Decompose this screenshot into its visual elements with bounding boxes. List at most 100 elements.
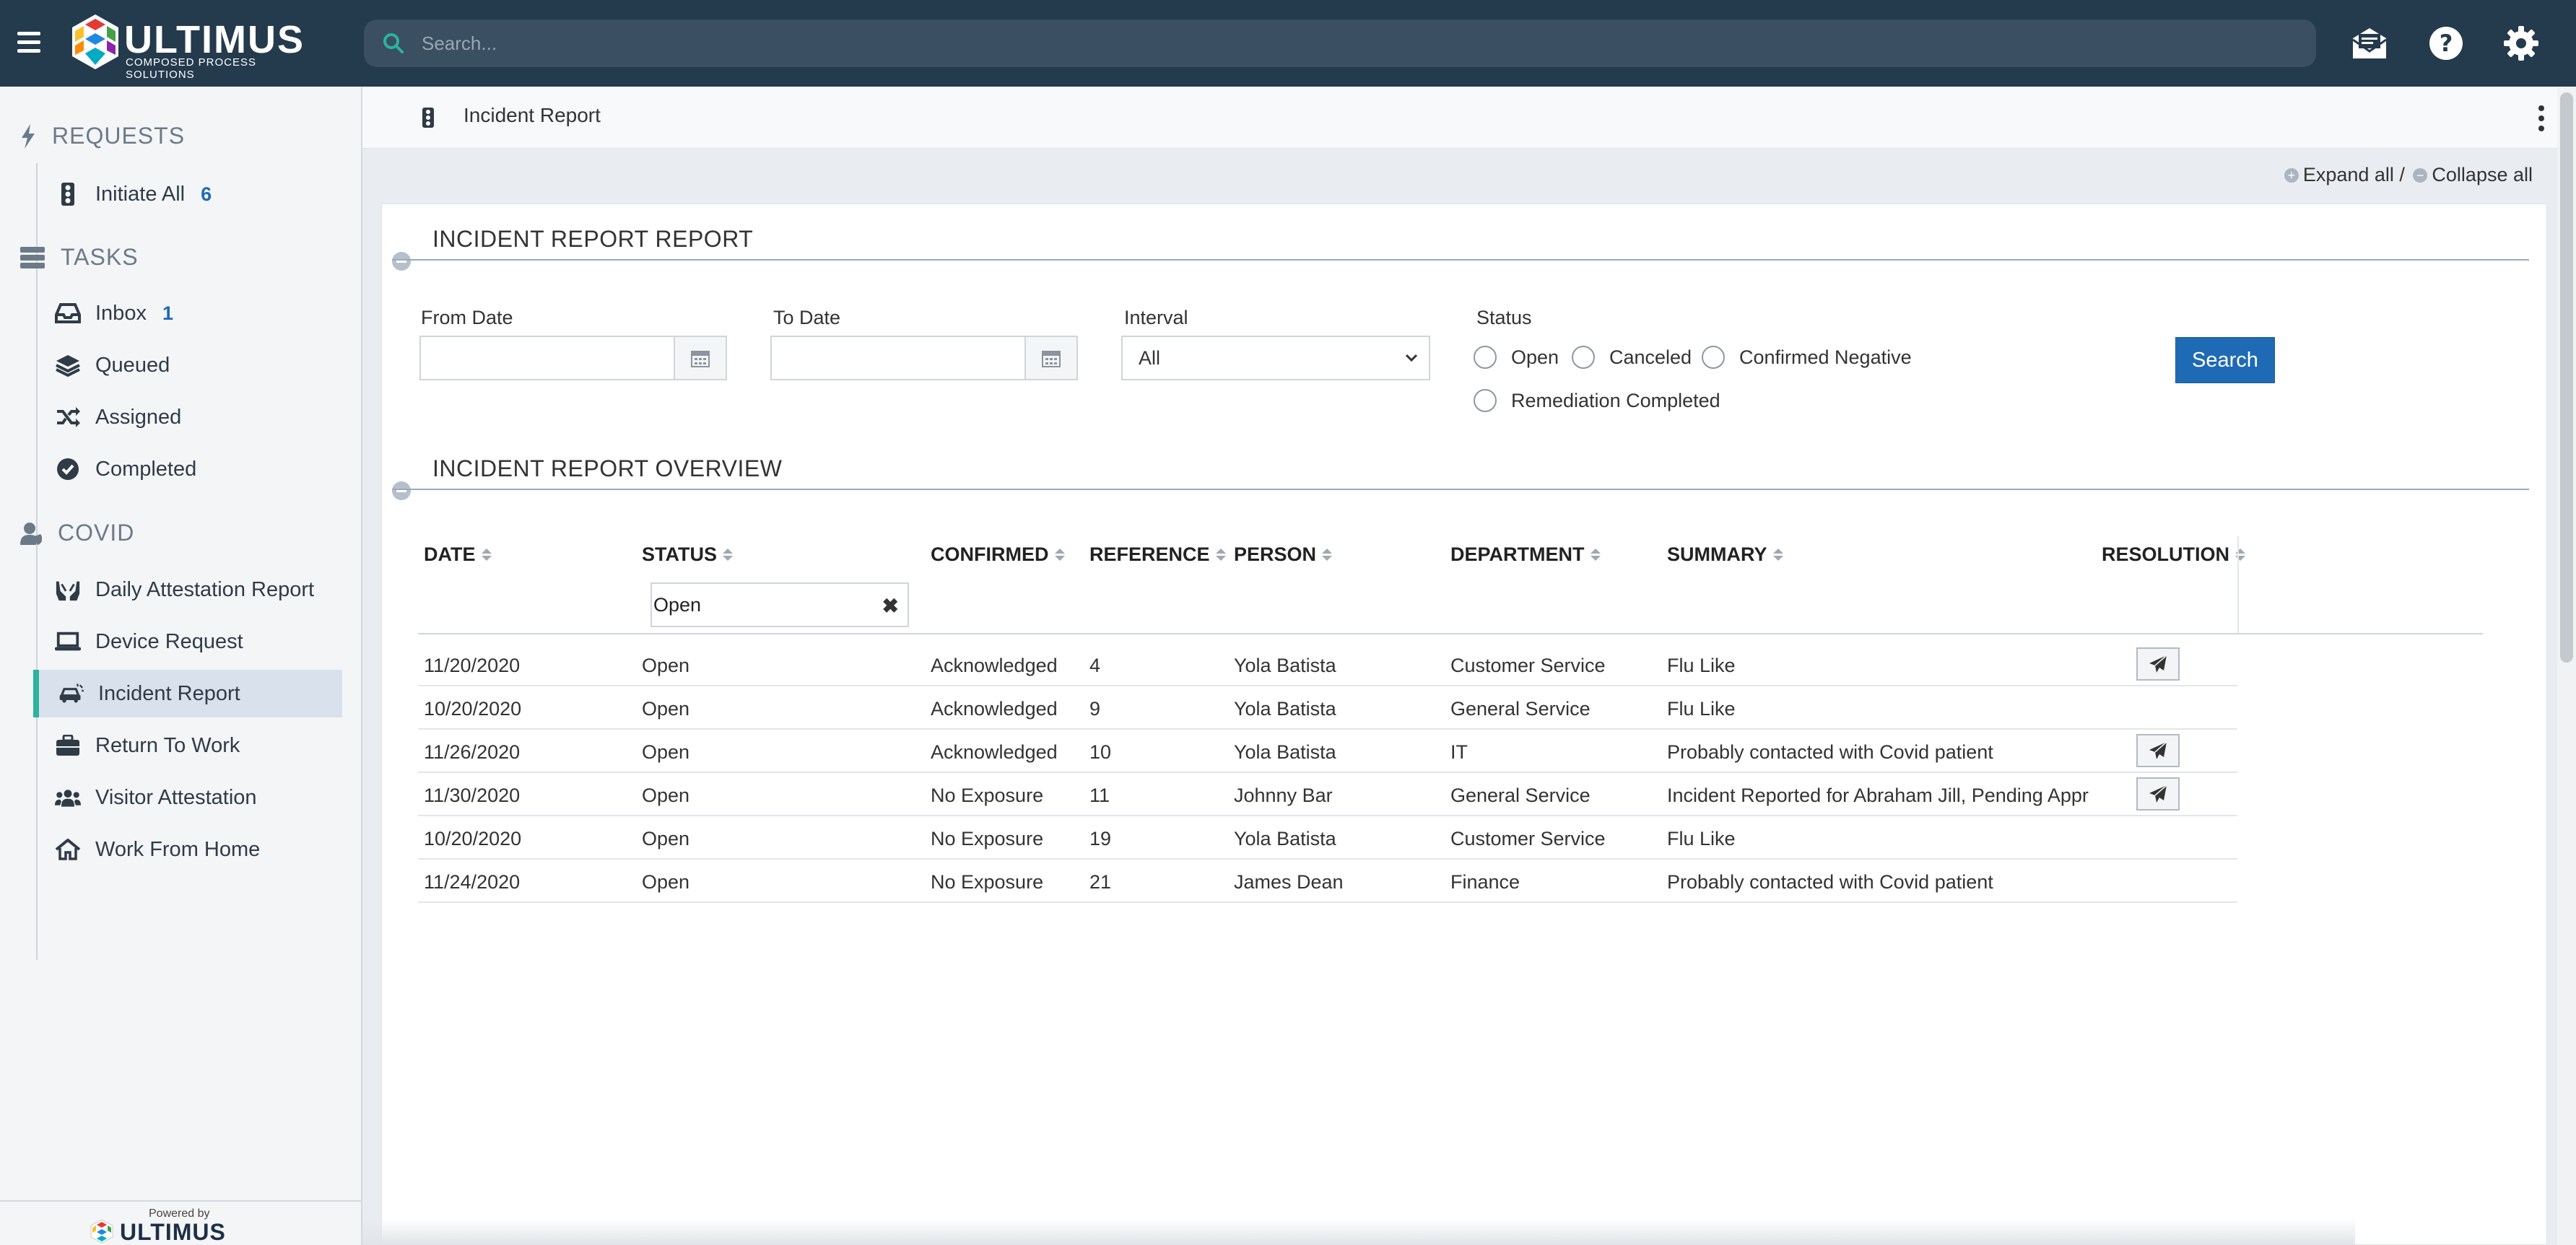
clear-filter-icon[interactable]: ✖ [882,594,899,618]
send-resolution-button[interactable] [2136,647,2180,681]
search-input[interactable] [422,19,2284,67]
radio-button[interactable] [1474,346,1497,369]
brand-tagline: COMPOSED PROCESS SOLUTIONS [126,56,257,81]
radio-button[interactable] [1702,346,1725,369]
table-row[interactable]: 11/20/2020 Open Acknowledged 4 Yola Batista C… [418,643,2237,686]
brand-name: ULTIMUS [124,18,305,61]
sidebar-item-daily-attestation-report[interactable]: Daily Attestation Report [36,566,345,613]
messages-icon[interactable] [2346,20,2393,66]
column-header-summary[interactable]: SUMMARY [1667,543,1783,566]
status-filter[interactable]: ✖ [650,582,909,627]
from-date-field[interactable] [419,336,727,380]
cell-status: Open [642,828,690,849]
table-row[interactable]: 11/26/2020 Open Acknowledged 10 Yola Batista… [418,730,2237,773]
cell-status: Open [642,785,690,806]
radio-button[interactable] [1474,389,1497,412]
collapse-section-icon[interactable] [392,481,411,500]
users-icon [55,785,81,811]
calendar-icon[interactable] [674,337,726,379]
column-header-status[interactable]: STATUS [642,543,733,566]
help-icon[interactable]: ? [2423,20,2469,66]
cell-person: James Dean [1234,871,1344,893]
menu-icon[interactable] [17,32,40,53]
cell-department: General Service [1450,785,1591,806]
cell-status: Open [642,741,690,763]
sort-icon[interactable] [1054,549,1065,561]
search-button[interactable]: Search [2175,337,2275,383]
footer-logo-icon [90,1219,113,1244]
sidebar-item-return-to-work[interactable]: Return To Work [36,722,345,769]
sidebar-section-requests[interactable]: REQUESTS [20,123,185,149]
status-radio-open[interactable]: Open [1474,346,1559,369]
sidebar-item-initiate-all[interactable]: Initiate All 6 [36,170,345,218]
expand-all-link[interactable]: Expand all [2303,164,2394,186]
collapse-section-icon[interactable] [392,252,411,271]
sidebar-item-label: Incident Report [98,681,240,705]
collapse-icon[interactable]: − [2413,167,2428,183]
calendar-icon[interactable] [1024,337,1076,379]
scrollbar-thumb[interactable] [2560,92,2573,663]
sidebar-item-label: Work From Home [95,837,261,861]
sidebar-item-queued[interactable]: Queued [36,341,345,389]
settings-gear-icon[interactable] [2498,20,2544,66]
cell-date: 11/24/2020 [424,871,521,893]
column-header-person[interactable]: PERSON [1234,543,1333,566]
table-row[interactable]: 11/30/2020 Open No Exposure 11 Johnny Bar Gen… [418,773,2237,816]
sidebar-item-incident-report[interactable]: Incident Report [33,670,342,717]
sort-icon[interactable] [1322,549,1333,561]
sidebar-item-inbox[interactable]: Inbox 1 [36,289,345,337]
sidebar-item-work-from-home[interactable]: Work From Home [36,826,345,873]
status-filter-input[interactable] [652,584,869,626]
overview-section-title: INCIDENT REPORT OVERVIEW [432,455,783,481]
logo-cube-icon [72,14,118,69]
cell-person: Yola Batista [1234,828,1336,849]
powered-by-footer: Powered by ULTIMUS [0,1200,361,1245]
radio-button[interactable] [1572,346,1595,369]
cell-department: Customer Service [1450,828,1606,849]
table-row[interactable]: 10/20/2020 Open No Exposure 19 Yola Batista C… [418,816,2237,860]
status-radio-canceled[interactable]: Canceled [1572,346,1692,369]
column-header-resolution[interactable]: RESOLUTION [2102,543,2246,566]
sidebar-item-device-request[interactable]: Device Request [36,618,345,665]
traffic-light-icon [422,107,443,128]
sidebar-item-label: Inbox [95,301,147,325]
cell-person: Yola Batista [1234,698,1336,720]
sidebar-section-covid[interactable]: COVID [20,520,134,546]
sidebar-item-completed[interactable]: Completed [36,445,345,493]
column-header-date[interactable]: DATE [424,543,492,566]
table-row[interactable]: 11/24/2020 Open No Exposure 21 James Dean Fin… [418,860,2237,903]
sidebar-item-assigned[interactable]: Assigned [36,393,345,441]
sort-icon[interactable] [1590,549,1601,561]
svg-text:?: ? [2440,30,2453,57]
bottom-shadow [362,1218,2355,1245]
sidebar-item-visitor-attestation[interactable]: Visitor Attestation [36,774,345,821]
status-label: Status [1476,307,1532,328]
sidebar-section-label: REQUESTS [52,123,186,149]
from-date-label: From Date [421,307,513,328]
sort-icon[interactable] [481,549,492,561]
interval-select[interactable]: All [1121,336,1430,380]
to-date-field[interactable] [770,336,1078,380]
column-header-department[interactable]: DEPARTMENT [1450,543,1601,566]
expand-icon[interactable]: + [2284,167,2299,183]
cell-summary: Flu Like [1667,698,1736,720]
bolt-icon [22,123,35,149]
status-radio-confirmed-negative[interactable]: Confirmed Negative [1702,346,1912,369]
collapse-all-link[interactable]: Collapse all [2432,164,2533,186]
radio-label: Open [1511,346,1559,368]
sort-icon[interactable] [723,549,733,561]
sidebar-section-tasks[interactable]: TASKS [20,244,139,271]
tasks-icon [20,246,45,268]
send-resolution-button[interactable] [2136,734,2180,767]
status-radio-remediation-completed[interactable]: Remediation Completed [1474,389,1720,412]
sidebar-section-label: COVID [58,520,135,546]
sort-icon[interactable] [1215,549,1226,561]
more-options-icon[interactable] [2538,105,2547,131]
sidebar-item-label: Device Request [95,629,243,653]
ultimus-logo[interactable]: ULTIMUS COMPOSED PROCESS SOLUTIONS [68,12,328,81]
column-header-reference[interactable]: REFERENCE [1089,543,1226,566]
sort-icon[interactable] [1772,549,1783,561]
table-row[interactable]: 10/20/2020 Open Acknowledged 9 Yola Batista G… [418,686,2237,730]
column-header-confirmed[interactable]: CONFIRMED [931,543,1065,566]
send-resolution-button[interactable] [2136,777,2180,811]
